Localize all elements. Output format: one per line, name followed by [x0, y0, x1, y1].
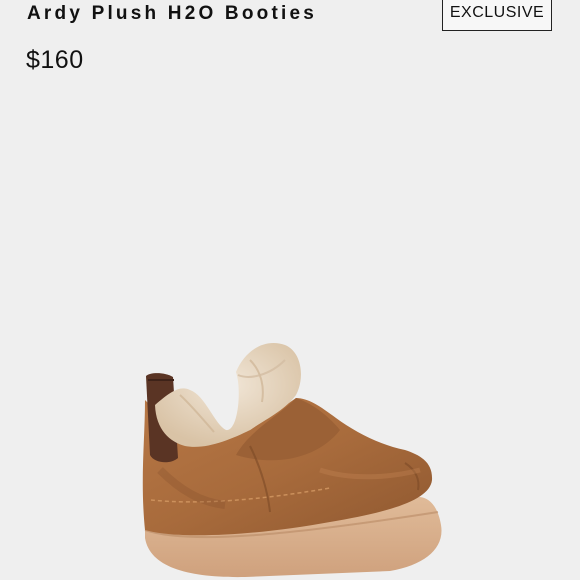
exclusive-badge: EXCLUSIVE: [442, 0, 552, 31]
product-title: Ardy Plush H2O Booties: [27, 3, 317, 24]
product-image: [142, 343, 442, 578]
product-price: $160: [26, 46, 84, 74]
